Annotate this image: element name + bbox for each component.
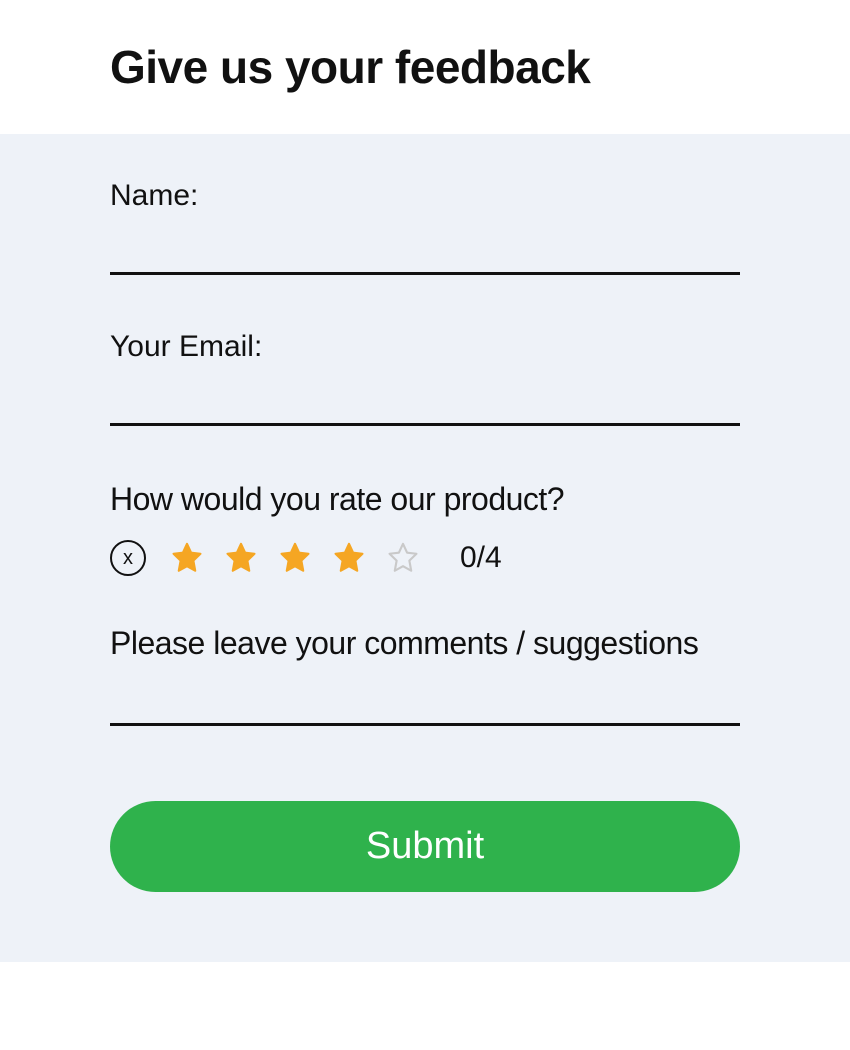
star-filled-icon[interactable] (170, 541, 204, 575)
comments-block: Please leave your comments / suggestions (110, 621, 740, 731)
star-outline-icon[interactable] (386, 541, 420, 575)
stars-container (170, 541, 420, 575)
email-field: Your Email: (110, 330, 740, 426)
comments-label: Please leave your comments / suggestions (110, 621, 740, 666)
submit-button[interactable]: Submit (110, 801, 740, 892)
clear-rating-icon[interactable]: x (110, 540, 146, 576)
rating-block: How would you rate our product? x 0/4 (110, 481, 740, 576)
email-input[interactable] (110, 382, 740, 426)
page-title: Give us your feedback (110, 40, 740, 94)
header: Give us your feedback (0, 0, 850, 134)
star-filled-icon[interactable] (332, 541, 366, 575)
feedback-form: Name: Your Email: How would you rate our… (0, 134, 850, 962)
rating-row: x 0/4 (110, 540, 740, 576)
name-field: Name: (110, 179, 740, 275)
rating-value: 0/4 (460, 541, 502, 575)
comments-input[interactable] (110, 690, 740, 726)
name-label: Name: (110, 179, 740, 213)
rating-label: How would you rate our product? (110, 481, 740, 518)
name-input[interactable] (110, 231, 740, 275)
email-label: Your Email: (110, 330, 740, 364)
star-filled-icon[interactable] (278, 541, 312, 575)
star-filled-icon[interactable] (224, 541, 258, 575)
